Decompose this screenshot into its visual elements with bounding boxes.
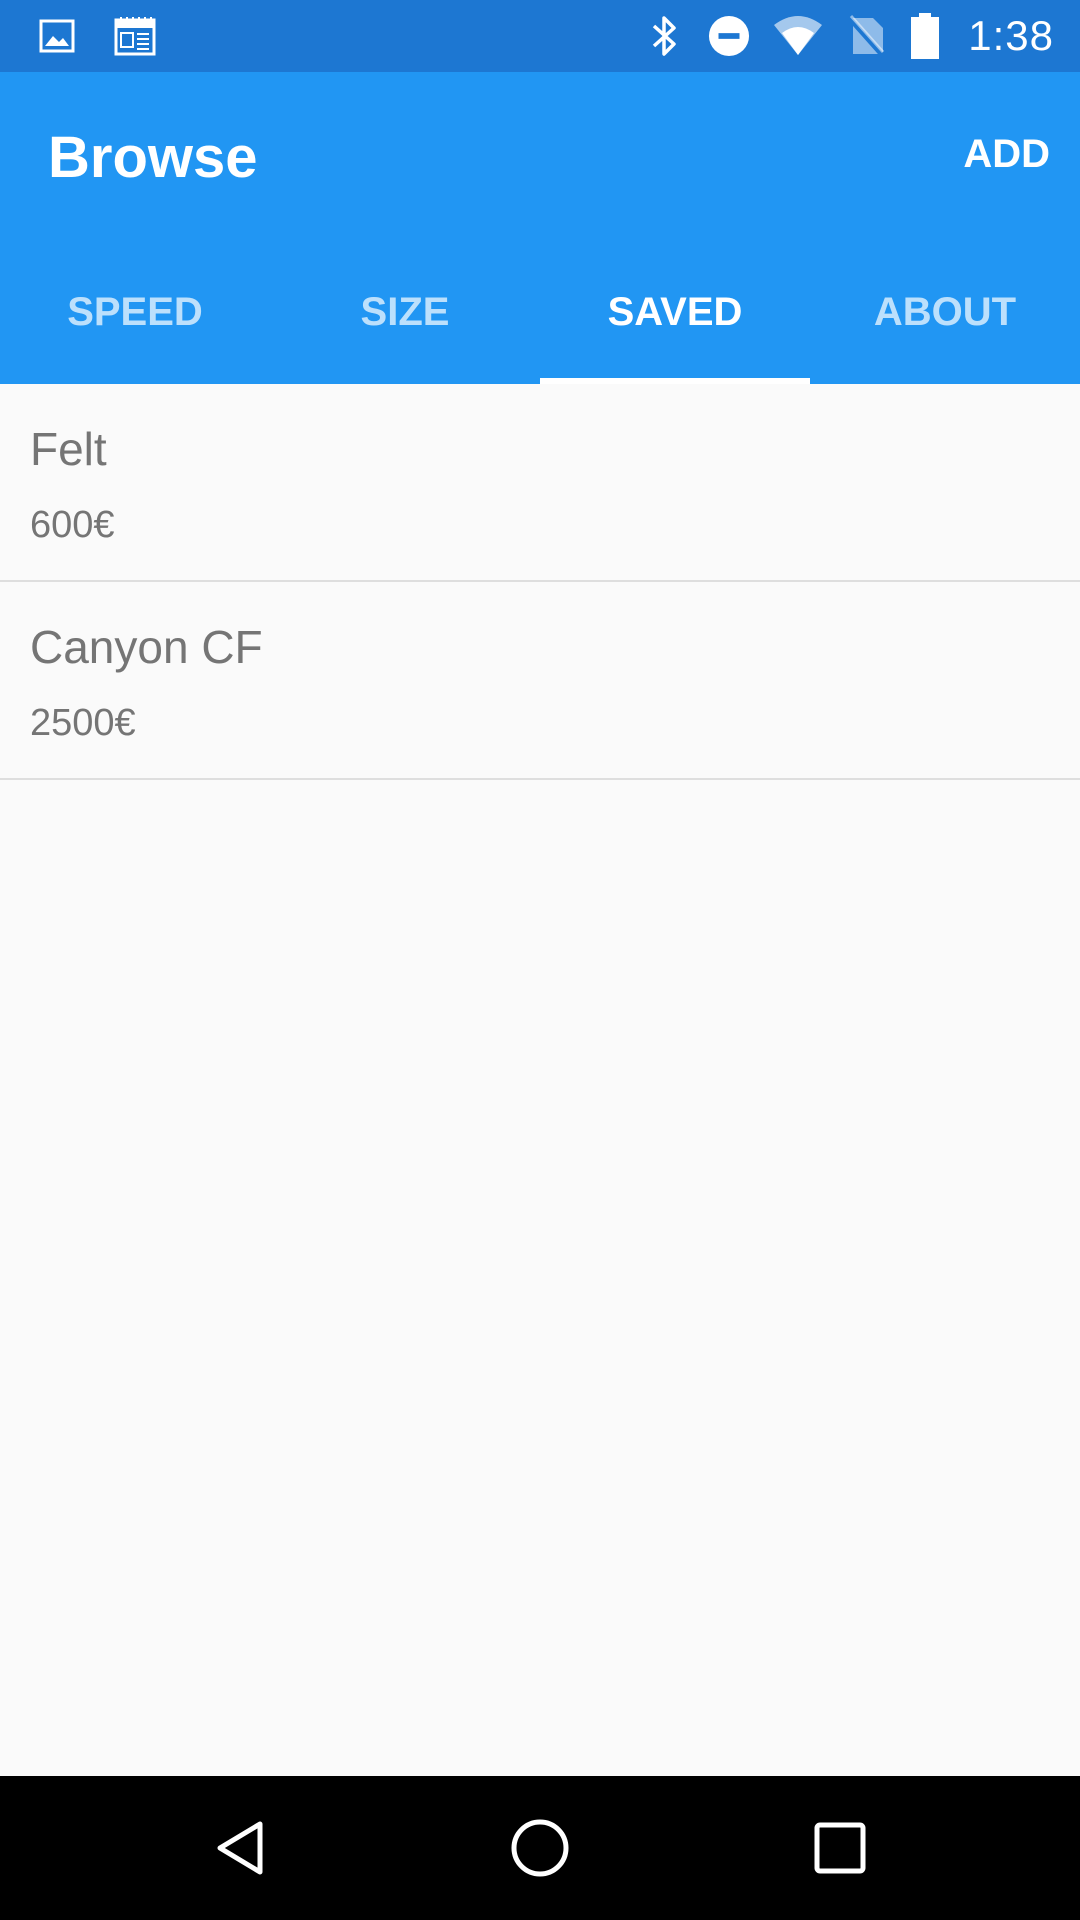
tab-label: SIZE <box>360 289 450 334</box>
tab-size[interactable]: SIZE <box>270 240 540 384</box>
tab-speed[interactable]: SPEED <box>0 240 270 384</box>
list-item[interactable]: Canyon CF 2500€ <box>0 582 1080 780</box>
status-notifications <box>36 0 156 72</box>
battery-icon <box>910 13 940 59</box>
saved-list: Felt 600€ Canyon CF 2500€ <box>0 384 1080 780</box>
tab-label: SPEED <box>67 289 203 334</box>
page-title: Browse <box>48 125 258 190</box>
add-button[interactable]: ADD <box>963 132 1050 177</box>
image-icon <box>36 15 78 57</box>
back-icon[interactable] <box>200 1808 280 1888</box>
status-time: 1:38 <box>968 12 1054 59</box>
no-sim-icon <box>846 15 888 58</box>
list-item[interactable]: Felt 600€ <box>0 384 1080 582</box>
home-icon[interactable] <box>500 1808 580 1888</box>
app-bar: Browse ADD SPEED SIZE SAVED ABOUT <box>0 72 1080 384</box>
wifi-icon <box>772 15 824 57</box>
tab-label: ABOUT <box>873 289 1017 334</box>
calendar-icon <box>114 15 156 57</box>
item-price: 2500€ <box>30 702 136 744</box>
tab-saved[interactable]: SAVED <box>540 240 810 384</box>
tab-bar: SPEED SIZE SAVED ABOUT <box>0 240 1080 384</box>
tab-label: SAVED <box>607 289 743 334</box>
bluetooth-icon <box>644 15 686 57</box>
recents-icon[interactable] <box>800 1808 880 1888</box>
item-price: 600€ <box>30 504 115 546</box>
status-bar: 1:38 <box>0 0 1080 72</box>
do-not-disturb-icon <box>708 15 750 57</box>
status-indicators: 1:38 <box>644 0 1054 72</box>
tab-about[interactable]: ABOUT <box>810 240 1080 384</box>
item-name: Canyon CF <box>30 621 263 673</box>
item-name: Felt <box>30 423 107 475</box>
navigation-bar <box>0 1776 1080 1920</box>
